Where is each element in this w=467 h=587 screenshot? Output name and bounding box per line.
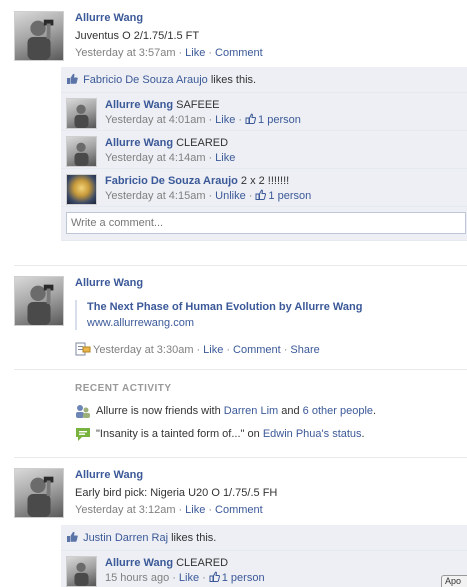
thumbs-up-icon [255, 189, 267, 200]
feedback-panel: Justin Darren Raj likes this. Allurre Wa… [61, 525, 467, 587]
status-quote: "Insanity is a tainted form of..." [96, 428, 245, 440]
comment-link[interactable]: Comment [215, 504, 263, 516]
comment-text: 2 x 2 !!!!!!! [240, 175, 290, 187]
comment-link[interactable]: Comment [215, 47, 263, 59]
thumbs-up-icon [67, 73, 78, 84]
feedback-panel: Fabricio De Souza Araujo likes this. All… [61, 67, 467, 241]
status-link[interactable]: status [332, 428, 361, 440]
post-timestamp[interactable]: Yesterday at 3:57am [75, 47, 176, 59]
share-link[interactable]: Share [290, 344, 319, 356]
comment-timestamp: Yesterday at 4:15am [105, 190, 206, 202]
post-author[interactable]: Allurre Wang [75, 277, 143, 289]
recent-activity-heading: RECENT ACTIVITY [75, 383, 172, 394]
comment-bubble-icon [76, 428, 90, 441]
avatar[interactable] [14, 276, 64, 326]
comment-item: Fabricio De Souza Araujo 2 x 2 !!!!!!! Y… [61, 169, 467, 207]
likes-suffix: likes this. [210, 74, 257, 86]
comment-timestamp: 15 hours ago [105, 572, 170, 584]
shared-link-box: The Next Phase of Human Evolution by All… [75, 300, 467, 330]
like-link[interactable]: Like [185, 47, 205, 59]
friends-prefix: Allurre is now friends with [96, 405, 221, 417]
comment-text: CLEARED [176, 137, 229, 149]
comment-author[interactable]: Allurre Wang [105, 557, 173, 569]
comment-item: Allurre Wang CLEARED Yesterday at 4:14am… [61, 131, 467, 169]
comment-item: Allurre Wang SAFEEE Yesterday at 4:01am ·… [61, 93, 467, 131]
avatar[interactable] [66, 556, 97, 587]
comment-likes-count[interactable]: 1 person [258, 114, 301, 126]
avatar[interactable] [66, 174, 97, 205]
comment-text: SAFEEE [176, 99, 220, 111]
thumbs-up-icon [245, 113, 257, 124]
comment-like-link[interactable]: Like [215, 152, 235, 164]
likes-row: Fabricio De Souza Araujo likes this. [61, 67, 467, 93]
activity-status-row: "Insanity is a tainted form of..." on Ed… [75, 427, 467, 449]
comment-like-link[interactable]: Like [179, 572, 199, 584]
status-owner-link[interactable]: Edwin Phua's [263, 428, 329, 440]
post-text: Early bird pick: Nigeria U20 O 1/.75/.5 … [75, 487, 278, 499]
activity-friends-row: Allurre is now friends with Darren Lim a… [75, 404, 467, 426]
like-link[interactable]: Like [203, 344, 223, 356]
thumbs-up-icon [67, 531, 78, 542]
recent-activity: RECENT ACTIVITY Allurre is now friends w… [75, 383, 467, 449]
avatar[interactable] [66, 98, 97, 129]
share-link-icon [75, 342, 91, 356]
comment-likes-count[interactable]: 1 person [268, 190, 311, 202]
comment-timestamp: Yesterday at 4:01am [105, 114, 206, 126]
comment-unlike-link[interactable]: Unlike [215, 190, 246, 202]
thumbs-up-icon [209, 571, 220, 582]
other-people-link[interactable]: 6 other people [303, 405, 373, 417]
comment-like-link[interactable]: Like [215, 114, 235, 126]
comment-likes-count[interactable]: 1 person [222, 572, 265, 584]
comment-author[interactable]: Allurre Wang [105, 99, 173, 111]
comment-link[interactable]: Comment [233, 344, 281, 356]
write-comment-row: Write a comment... [61, 207, 467, 241]
story-divider [14, 265, 467, 266]
comment-author[interactable]: Fabricio De Souza Araujo [105, 175, 238, 187]
friends-end: . [373, 405, 377, 417]
comment-author[interactable]: Allurre Wang [105, 137, 173, 149]
likes-suffix: likes this. [171, 532, 217, 544]
story-divider [14, 369, 467, 370]
post-author[interactable]: Allurre Wang [75, 12, 143, 24]
comment-timestamp: Yesterday at 4:14am [105, 152, 206, 164]
friends-and: and [281, 405, 300, 417]
status-end: . [361, 428, 365, 440]
comment-item: Allurre Wang CLEARED 15 hours ago · Like · 1… [61, 551, 467, 587]
shared-link-title[interactable]: The Next Phase of Human Evolution by All… [87, 300, 467, 314]
liker-name-link[interactable]: Fabricio De Souza Araujo [83, 74, 208, 86]
likes-row: Justin Darren Raj likes this. [61, 525, 467, 551]
friend-link[interactable]: Darren Lim [224, 405, 278, 417]
post-author[interactable]: Allurre Wang [75, 469, 143, 481]
status-on: on [247, 428, 260, 440]
comment-input[interactable]: Write a comment... [66, 212, 466, 234]
post-timestamp[interactable]: Yesterday at 3:30am [93, 344, 194, 356]
like-link[interactable]: Like [185, 504, 205, 516]
shared-link-url[interactable]: www.allurrewang.com [87, 317, 194, 329]
story-divider [14, 457, 467, 458]
avatar[interactable] [14, 468, 64, 518]
comment-text: CLEARED [176, 557, 229, 569]
post-timestamp[interactable]: Yesterday at 3:12am [75, 504, 176, 516]
liker-name-link[interactable]: Justin Darren Raj [83, 532, 168, 544]
avatar[interactable] [66, 136, 97, 167]
post-text: Juventus O 2/1.75/1.5 FT [75, 30, 200, 42]
friends-icon [76, 405, 90, 418]
avatar[interactable] [14, 11, 64, 61]
corner-tab[interactable]: Apo [441, 575, 467, 587]
